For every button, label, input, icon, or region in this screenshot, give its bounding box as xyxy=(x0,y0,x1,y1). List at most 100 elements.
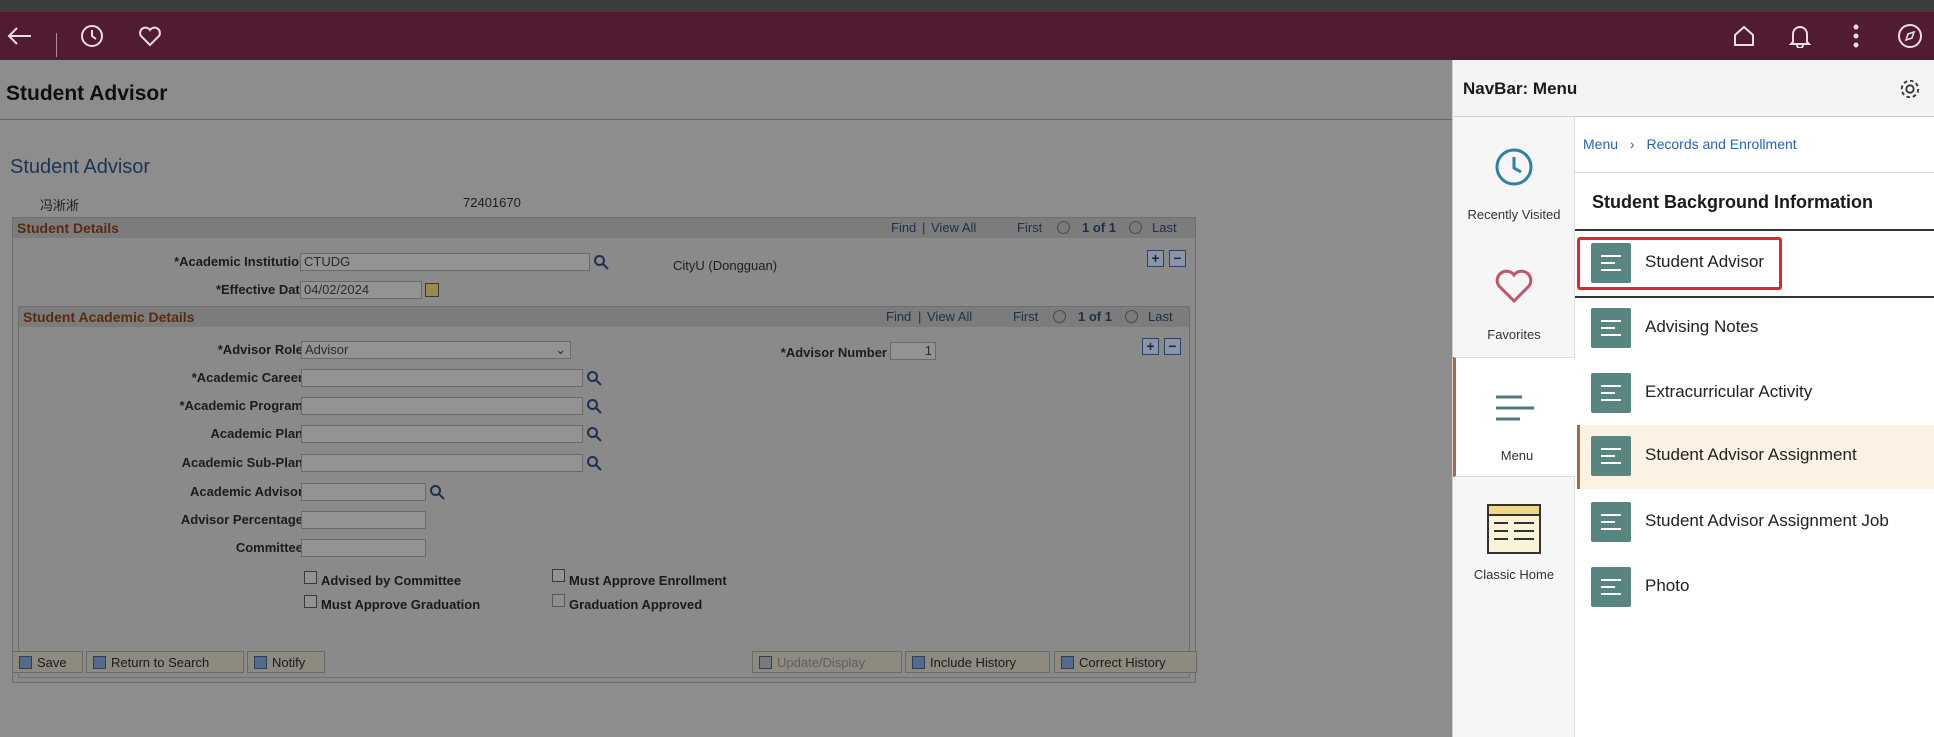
navbar-header: NavBar: Menu xyxy=(1453,60,1934,117)
gear-icon[interactable] xyxy=(1899,78,1921,100)
bell-icon[interactable] xyxy=(1784,20,1816,52)
academic-details-header: Student Academic Details Find | View All… xyxy=(19,307,1189,327)
academic-plan-field[interactable] xyxy=(301,425,583,443)
view-all-link[interactable]: View All xyxy=(927,309,972,324)
academic-subplan-field[interactable] xyxy=(301,454,583,472)
academic-subplan-label: Academic Sub-Plan xyxy=(181,455,303,470)
student-details-group: Student Details Find | View All First 1 … xyxy=(12,217,1196,683)
next-row-icon[interactable] xyxy=(1125,310,1138,323)
search-icon[interactable] xyxy=(586,426,602,442)
view-all-link[interactable]: View All xyxy=(931,220,976,235)
previous-row-icon[interactable] xyxy=(1057,221,1070,234)
menu-item-advising-notes[interactable]: Advising Notes xyxy=(1577,297,1934,359)
last-link[interactable]: Last xyxy=(1152,220,1177,235)
back-arrow-icon[interactable] xyxy=(4,20,36,52)
student-details-title: Student Details xyxy=(17,220,119,236)
advised-by-committee-label: Advised by Committee xyxy=(321,573,462,588)
navbar-title: NavBar: Menu xyxy=(1463,79,1578,98)
advisor-number-field[interactable]: 1 xyxy=(890,342,936,360)
tile-label: Menu xyxy=(1500,448,1534,463)
include-history-icon xyxy=(912,655,925,669)
include-history-label: Include History xyxy=(930,654,1016,670)
add-row-icon[interactable]: + xyxy=(1142,338,1159,355)
tile-menu[interactable]: Menu xyxy=(1453,357,1575,477)
delete-row-icon[interactable]: − xyxy=(1164,338,1181,355)
top-banner xyxy=(0,12,1934,60)
previous-row-icon[interactable] xyxy=(1053,310,1066,323)
correct-history-label: Correct History xyxy=(1079,654,1166,670)
advisor-number-label: *Advisor Number xyxy=(780,345,887,360)
navbar-panel: NavBar: Menu Recently Visited Favorites … xyxy=(1452,60,1934,737)
clock-icon[interactable] xyxy=(76,20,108,52)
tile-favorites[interactable]: Favorites xyxy=(1453,237,1575,357)
home-icon[interactable] xyxy=(1728,20,1760,52)
breadcrumb-current-link[interactable]: Records and Enrollment xyxy=(1646,136,1796,152)
academic-career-field[interactable] xyxy=(301,369,583,387)
student-id: 72401670 xyxy=(463,195,521,210)
academic-institution-field[interactable]: CTUDG xyxy=(300,253,590,271)
effective-date-field[interactable]: 04/02/2024 xyxy=(300,281,422,299)
menu-item-student-advisor-assignment-job[interactable]: Student Advisor Assignment Job xyxy=(1577,491,1934,553)
row-count: 1 of 1 xyxy=(1082,220,1116,235)
committee-field[interactable] xyxy=(301,539,426,557)
section-divider xyxy=(1575,229,1934,231)
compass-icon[interactable] xyxy=(1894,20,1926,52)
return-to-search-icon xyxy=(93,655,106,669)
section-title: Student Background Information xyxy=(1592,192,1873,212)
calendar-icon[interactable] xyxy=(425,283,439,297)
tile-label: Favorites xyxy=(1487,327,1541,342)
heart-icon xyxy=(1495,269,1533,304)
institution-description: CityU (Dongguan) xyxy=(673,258,778,273)
academic-program-field[interactable] xyxy=(301,397,583,415)
academic-advisor-field[interactable] xyxy=(301,483,426,501)
advisor-role-label: *Advisor Role xyxy=(217,342,303,357)
advisor-percentage-field[interactable] xyxy=(301,511,426,529)
menu-lines-icon xyxy=(1496,395,1534,421)
breadcrumb-menu-link[interactable]: Menu xyxy=(1583,136,1618,152)
tile-classic-home[interactable]: Classic Home xyxy=(1453,477,1575,597)
notify-label: Notify xyxy=(272,654,306,670)
academic-plan-label: Academic Plan xyxy=(210,426,304,441)
save-button[interactable]: Save xyxy=(12,651,83,673)
menu-item-icon xyxy=(1591,567,1631,607)
include-history-button[interactable]: Include History xyxy=(905,651,1050,673)
last-link[interactable]: Last xyxy=(1148,309,1173,324)
search-icon[interactable] xyxy=(586,398,602,414)
find-link[interactable]: Find xyxy=(886,309,911,324)
notify-button[interactable]: Notify xyxy=(247,651,325,673)
delete-row-icon[interactable]: − xyxy=(1169,250,1186,267)
more-vertical-icon[interactable] xyxy=(1840,20,1872,52)
add-row-icon[interactable]: + xyxy=(1147,250,1164,267)
return-to-search-label: Return to Search xyxy=(111,654,210,670)
window-top-strip xyxy=(0,0,1934,12)
advisor-role-select[interactable]: Advisor ⌄ xyxy=(301,341,571,359)
search-icon[interactable] xyxy=(586,370,602,386)
save-label: Save xyxy=(37,654,67,670)
correct-history-button[interactable]: Correct History xyxy=(1054,651,1197,673)
menu-item-student-advisor-assignment[interactable]: Student Advisor Assignment xyxy=(1577,425,1934,489)
first-link[interactable]: First xyxy=(1013,309,1038,324)
page-title: Student Advisor xyxy=(6,82,168,105)
academic-details-group: Student Academic Details Find | View All… xyxy=(18,306,1190,678)
tile-recently-visited[interactable]: Recently Visited xyxy=(1453,117,1575,237)
row-count: 1 of 1 xyxy=(1078,309,1112,324)
search-icon[interactable] xyxy=(429,484,445,500)
search-icon[interactable] xyxy=(593,254,609,270)
must-approve-graduation-checkbox[interactable] xyxy=(304,595,317,608)
heart-icon[interactable] xyxy=(134,20,166,52)
notify-icon xyxy=(254,655,267,669)
menu-item-extracurricular-activity[interactable]: Extracurricular Activity xyxy=(1577,362,1934,424)
must-approve-enrollment-checkbox[interactable] xyxy=(552,569,565,582)
first-link[interactable]: First xyxy=(1017,220,1042,235)
advised-by-committee-checkbox[interactable] xyxy=(304,571,317,584)
menu-item-photo[interactable]: Photo xyxy=(1577,556,1934,618)
next-row-icon[interactable] xyxy=(1129,221,1142,234)
search-icon[interactable] xyxy=(586,455,602,471)
update-display-button: Update/Display xyxy=(752,651,902,673)
classic-home-icon xyxy=(1487,504,1541,554)
advisor-role-value: Advisor xyxy=(305,342,349,357)
menu-item-label: Student Advisor Assignment Job xyxy=(1645,511,1889,530)
find-link[interactable]: Find xyxy=(891,220,916,235)
return-to-search-button[interactable]: Return to Search xyxy=(86,651,244,673)
menu-item-icon xyxy=(1591,308,1631,348)
